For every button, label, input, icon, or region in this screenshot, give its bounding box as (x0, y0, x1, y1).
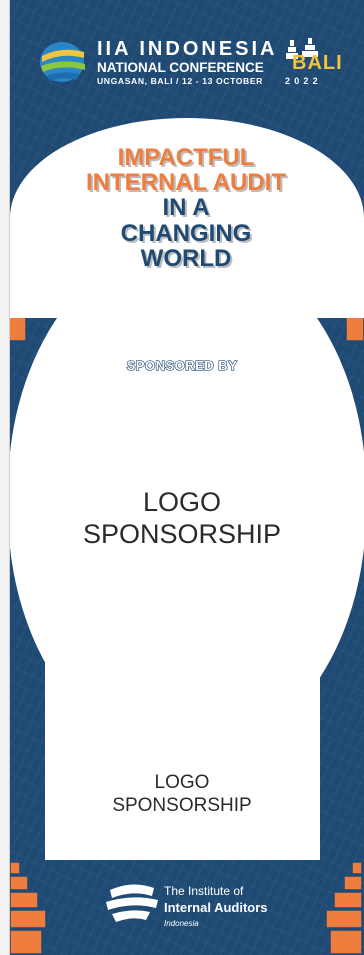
event-banner: IIA INDONESIA NATIONAL CONFERENCE UNGASA… (0, 0, 364, 955)
iia-country: Indonesia (164, 919, 199, 928)
headline-line-2: INTERNAL AUDIT (86, 169, 287, 197)
iia-globe-logo-icon (106, 884, 158, 922)
sponsor-slot-secondary: LOGO SPONSORSHIP (0, 772, 364, 818)
sponsor-slot-secondary-line2: SPONSORSHIP (112, 794, 252, 816)
sponsor-slot-primary: LOGO SPONSORSHIP (0, 486, 364, 551)
sponsor-slot-primary-line2: SPONSORSHIP (82, 519, 282, 550)
iia-name-line2: Internal Auditors (164, 900, 268, 915)
headline-line-4: CHANGING (120, 219, 252, 247)
sponsor-slot-secondary-line1: LOGO (154, 772, 210, 793)
bali-wordmark: BALI (292, 52, 343, 74)
headline-line-1: IMPACTFUL (117, 144, 255, 171)
temple-ornament-right-lower-icon (325, 861, 363, 955)
headline-line-5: WORLD (140, 244, 232, 272)
conference-header: IIA INDONESIA NATIONAL CONFERENCE UNGASA… (0, 0, 364, 110)
conference-location-date: UNGASAN, BALI / 12 - 13 OCTOBER (97, 76, 263, 86)
conference-title: IIA INDONESIA (97, 38, 278, 60)
iia-name-line1: The Institute of (164, 884, 244, 898)
headline-line-3: IN A (162, 194, 210, 222)
sponsored-by-label: SPONSORED BY (126, 357, 238, 373)
globe-logo-icon (40, 42, 85, 82)
sponsor-slot-primary-line1: LOGO (142, 487, 222, 517)
temple-ornament-left-lower-icon (9, 861, 47, 955)
conference-subtitle: NATIONAL CONFERENCE (97, 60, 264, 75)
headline: IMPACTFUL INTERNAL AUDIT IN A CHANGING W… (60, 144, 312, 272)
conference-year: 2022 (285, 76, 322, 86)
